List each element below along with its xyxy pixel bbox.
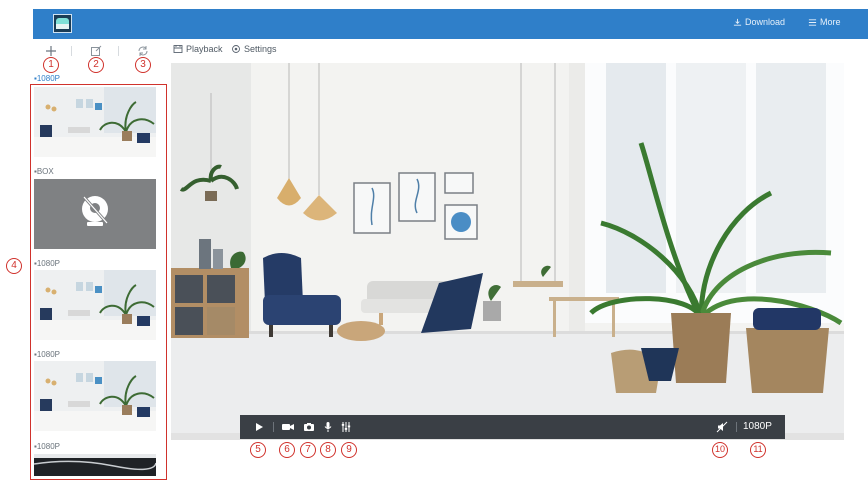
control-divider [736,422,737,432]
edit-icon [91,45,102,56]
room-thumbnail [34,270,156,340]
microphone-icon[interactable] [322,421,334,433]
device-label: ▪BOX [34,167,54,176]
device-label: ▪1080P [34,442,60,451]
menu-icon [808,18,817,26]
room-thumbnail [34,361,156,431]
device-thumbnail[interactable] [34,87,156,157]
callout-10: 10 [712,442,728,458]
more-menu[interactable]: More [808,17,841,27]
live-video-frame [171,63,844,440]
callout-4: 4 [6,258,22,274]
download-icon [733,18,742,26]
refresh-icon [138,46,148,56]
app-logo [53,14,72,33]
download-link[interactable]: Download [733,17,785,27]
camera-offline-icon [82,196,109,226]
device-thumbnail[interactable] [34,361,156,431]
playback-label: Playback [186,44,223,54]
app-window: Download More Playback Settings 1 2 3 4 … [0,0,868,481]
device-label: ▪1080P [34,350,60,359]
device-label: ▪1080P [34,74,60,83]
callout-8: 8 [320,442,336,458]
callout-6: 6 [279,442,295,458]
device-label: ▪1080P [34,259,60,268]
toolbar-divider [71,46,72,56]
playback-control-bar: 1080P [240,415,785,439]
callout-1: 1 [43,57,59,73]
plus-icon [46,46,56,56]
camera-icon[interactable] [303,421,315,433]
playback-icon [173,45,183,53]
edit-button[interactable] [89,44,103,58]
callout-3: 3 [135,57,151,73]
control-divider [273,422,274,432]
device-thumbnail-offline[interactable] [34,179,156,249]
adjust-icon[interactable] [340,421,352,433]
device-thumbnail[interactable] [34,454,156,476]
quality-selector[interactable]: 1080P [743,421,772,432]
record-video-icon[interactable] [281,421,295,433]
callout-7: 7 [300,442,316,458]
top-bar: Download More [33,9,868,39]
more-label: More [820,17,841,27]
room-thumbnail [34,87,156,157]
device-thumbnail[interactable] [34,270,156,340]
callout-2: 2 [88,57,104,73]
add-device-button[interactable] [44,44,58,58]
callout-5: 5 [250,442,266,458]
refresh-button[interactable] [136,44,150,58]
speaker-muted-icon[interactable] [716,421,728,433]
toolbar-divider [118,46,119,56]
callout-9: 9 [341,442,357,458]
dark-thumbnail [34,454,156,476]
callout-11: 11 [750,442,766,458]
playback-button[interactable]: Playback [173,44,223,54]
live-video-view[interactable] [171,63,844,440]
play-icon[interactable] [253,421,265,433]
settings-button[interactable]: Settings [231,44,277,54]
download-label: Download [745,17,786,27]
settings-label: Settings [244,44,277,54]
gear-icon [232,45,240,53]
